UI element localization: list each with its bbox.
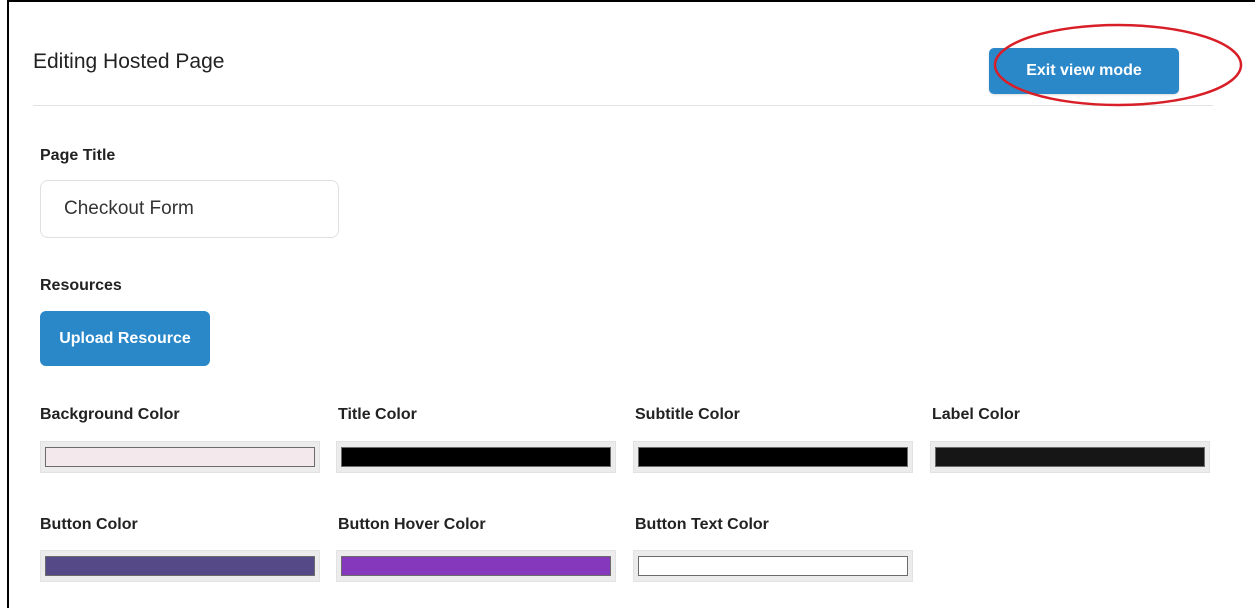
button-text-color-picker[interactable]	[633, 550, 913, 582]
label-color-swatch	[935, 447, 1205, 467]
background-color-label: Background Color	[40, 406, 180, 423]
label-color-label: Label Color	[932, 406, 1021, 423]
title-color-picker[interactable]	[336, 441, 616, 473]
exit-view-mode-button[interactable]: Exit view mode	[989, 48, 1179, 94]
button-hover-color-swatch	[341, 556, 611, 576]
button-hover-color-picker[interactable]	[336, 550, 616, 582]
background-color-swatch	[45, 447, 315, 467]
subtitle-color-swatch	[638, 447, 908, 467]
page-title-label: Page Title	[40, 147, 116, 164]
title-color-swatch	[341, 447, 611, 467]
upload-resource-button[interactable]: Upload Resource	[40, 311, 210, 366]
button-text-color-swatch	[638, 556, 908, 576]
button-hover-color-label: Button Hover Color	[338, 516, 486, 533]
button-color-swatch	[45, 556, 315, 576]
button-text-color-label: Button Text Color	[635, 516, 769, 533]
subtitle-color-label: Subtitle Color	[635, 406, 740, 423]
background-color-picker[interactable]	[40, 441, 320, 473]
button-color-label: Button Color	[40, 516, 138, 533]
subtitle-color-picker[interactable]	[633, 441, 913, 473]
label-color-picker[interactable]	[930, 441, 1210, 473]
title-color-label: Title Color	[338, 406, 417, 423]
page-title-input[interactable]	[40, 180, 339, 238]
resources-label: Resources	[40, 277, 122, 294]
button-color-picker[interactable]	[40, 550, 320, 582]
page-heading: Editing Hosted Page	[33, 50, 225, 73]
